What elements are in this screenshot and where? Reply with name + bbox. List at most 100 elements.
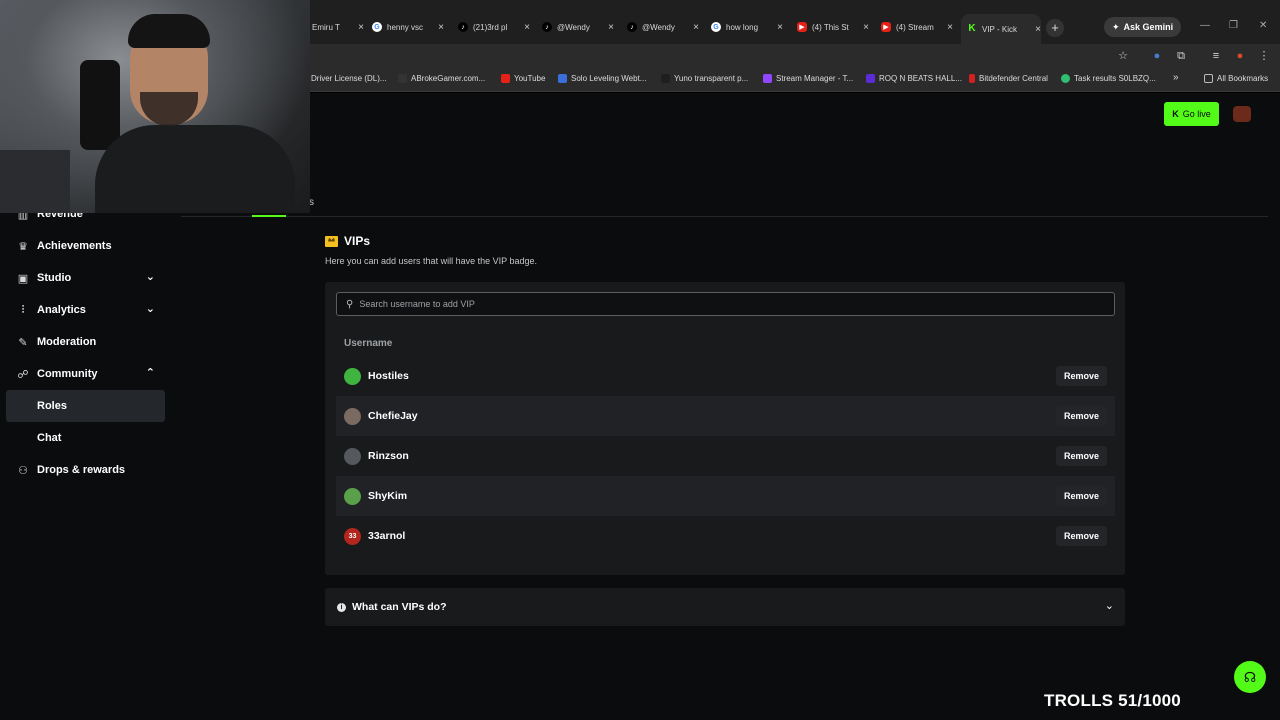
table-row: Rinzson Remove	[336, 436, 1115, 476]
close-icon[interactable]: ×	[693, 22, 699, 33]
browser-tab[interactable]: ♪ (21)3rd pl ×	[458, 16, 530, 38]
bookmark-icon	[661, 74, 670, 83]
sidebar-item-label: Chat	[37, 432, 62, 444]
youtube-icon: ▶	[881, 22, 891, 32]
avatar[interactable]	[1233, 106, 1251, 122]
tab-title: VIP - Kick	[982, 24, 1017, 34]
close-icon[interactable]: ×	[1035, 24, 1041, 35]
bookmarks-overflow-button[interactable]: »	[1173, 72, 1179, 83]
avatar: 33	[344, 527, 361, 545]
close-icon[interactable]: ×	[863, 22, 869, 33]
search-input[interactable]	[359, 299, 1100, 309]
window-close-icon[interactable]: ✕	[1259, 20, 1267, 31]
table-row: 33 33arnol Remove	[336, 516, 1115, 556]
search-box[interactable]: ⚲	[336, 292, 1115, 316]
close-icon[interactable]: ×	[777, 22, 783, 33]
bitdefender-icon	[969, 74, 975, 83]
menu-icon[interactable]: ⋮	[1257, 49, 1271, 63]
bookmark-icon	[1061, 74, 1070, 83]
youtube-icon	[501, 74, 510, 83]
close-icon[interactable]: ×	[947, 22, 953, 33]
chevron-down-icon: ⌄	[145, 303, 155, 315]
studio-icon: ▣	[17, 272, 29, 285]
bookmark[interactable]: Stream Manager - T...	[763, 74, 853, 83]
remove-button[interactable]: Remove	[1055, 406, 1107, 426]
bookmark[interactable]: Task results S0LBZQ...	[1061, 74, 1156, 83]
sidebar-item-label: Moderation	[37, 336, 97, 348]
profile-icon[interactable]: ●	[1233, 49, 1247, 63]
browser-tab[interactable]: ♪ @Wendy ×	[627, 16, 699, 38]
close-icon[interactable]: ×	[358, 22, 364, 33]
divider	[181, 216, 1268, 217]
browser-tab[interactable]: G how long ×	[711, 16, 783, 38]
faq-accordion[interactable]: i What can VIPs do? ⌄	[325, 588, 1125, 626]
new-tab-button[interactable]: +	[1046, 19, 1064, 37]
chevron-down-icon: ⌄	[145, 271, 155, 283]
chevron-up-icon: ⌃	[145, 367, 155, 379]
sidebar-item-label: Achievements	[37, 240, 112, 252]
support-chat-button[interactable]: ☊	[1234, 661, 1266, 693]
crown-icon	[325, 235, 338, 247]
sidebar-item-chat[interactable]: Chat	[6, 422, 165, 454]
extension-icon[interactable]: ●	[1150, 49, 1164, 63]
trophy-icon: ♛	[18, 240, 28, 253]
username: ChefieJay	[368, 410, 418, 422]
close-icon[interactable]: ×	[608, 22, 614, 33]
webcam-overlay	[0, 0, 310, 213]
drops-icon: ⚇	[18, 464, 28, 477]
avatar	[344, 447, 361, 465]
faq-label: What can VIPs do?	[352, 601, 447, 613]
remove-button[interactable]: Remove	[1055, 446, 1107, 466]
bookmark[interactable]: Bitdefender Central	[969, 74, 1048, 83]
browser-tab[interactable]: Emiru T ×	[312, 16, 364, 38]
minimize-icon[interactable]: —	[1200, 20, 1210, 31]
tab-title: henny vsc	[387, 22, 424, 32]
remove-button[interactable]: Remove	[1055, 486, 1107, 506]
vips-panel: ⚲ Username Hostiles Remove ChefieJay Rem…	[325, 282, 1125, 575]
browser-tab[interactable]: ▶ (4) Stream ×	[881, 16, 953, 38]
bookmark[interactable]: Yuno transparent p...	[661, 74, 748, 83]
tab-title: Emiru T	[312, 22, 340, 32]
go-live-button[interactable]: K Go live	[1164, 102, 1219, 126]
tab-title: (4) Stream	[896, 22, 934, 32]
star-icon[interactable]: ☆	[1116, 49, 1130, 63]
folder-icon	[1204, 74, 1213, 83]
browser-tab[interactable]: ▶ (4) This St ×	[797, 16, 869, 38]
media-icon[interactable]: ≡	[1209, 49, 1223, 63]
username: 33arnol	[368, 530, 406, 542]
restore-icon[interactable]: ❐	[1229, 20, 1238, 31]
bookmark[interactable]: Solo Leveling Webt...	[558, 74, 646, 83]
avatar	[344, 487, 361, 505]
chevron-down-icon: ⌄	[1104, 600, 1114, 612]
browser-tab[interactable]: ♪ @Wendy ×	[542, 16, 614, 38]
bookmark[interactable]: Driver License (DL)...	[311, 74, 387, 83]
people-icon: ☍	[17, 368, 29, 381]
sidebar-item-achievements[interactable]: ♛ Achievements	[6, 230, 165, 262]
remove-button[interactable]: Remove	[1055, 366, 1107, 386]
table-row: ChefieJay Remove	[336, 396, 1115, 436]
close-icon[interactable]: ×	[438, 22, 444, 33]
chart-icon: ⫶	[21, 303, 25, 316]
all-bookmarks[interactable]: All Bookmarks	[1204, 74, 1268, 83]
sidebar-item-studio[interactable]: ▣ Studio ⌄	[6, 262, 165, 294]
sidebar-item-drops-rewards[interactable]: ⚇ Drops & rewards	[6, 454, 165, 486]
sidebar-item-roles[interactable]: Roles	[6, 390, 165, 422]
close-icon[interactable]: ×	[524, 22, 530, 33]
bookmark[interactable]: ROQ N BEATS HALL...	[866, 74, 962, 83]
browser-tab-active[interactable]: K VIP - Kick ×	[961, 14, 1041, 44]
sidebar-item-community[interactable]: ☍ Community ⌃	[6, 358, 165, 390]
sidebar-item-analytics[interactable]: ⫶ Analytics ⌄	[6, 294, 165, 326]
google-icon: G	[372, 22, 382, 32]
sidebar-item-moderation[interactable]: ✎ Moderation	[6, 326, 165, 358]
bookmark[interactable]: YouTube	[501, 74, 545, 83]
tiktok-icon: ♪	[627, 22, 637, 32]
browser-tab[interactable]: G henny vsc ×	[372, 16, 444, 38]
avatar	[344, 367, 361, 385]
puzzle-icon[interactable]: ⧉	[1174, 49, 1188, 63]
kick-icon: K	[968, 23, 976, 34]
ask-gemini-button[interactable]: ✦ Ask Gemini	[1104, 17, 1182, 37]
sidebar-item-label: Studio	[37, 272, 72, 284]
sidebar-item-label: Roles	[37, 400, 67, 412]
remove-button[interactable]: Remove	[1055, 526, 1107, 546]
bookmark[interactable]: ABrokeGamer.com...	[398, 74, 485, 83]
